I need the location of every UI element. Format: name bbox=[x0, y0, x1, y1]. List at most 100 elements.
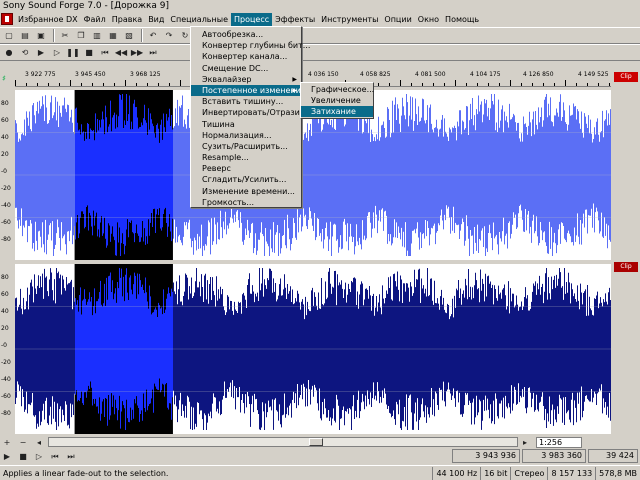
process-menu-item[interactable]: Конвертер глубины бит... bbox=[191, 40, 310, 51]
menu-file[interactable]: Файл bbox=[81, 13, 109, 26]
ruler-tick bbox=[103, 83, 104, 86]
menu-options[interactable]: Опции bbox=[381, 13, 414, 26]
process-menu-item[interactable]: Громкость... bbox=[191, 197, 301, 208]
forward-icon[interactable]: ▶▶ bbox=[130, 46, 144, 59]
scroll-right-icon[interactable]: ▸ bbox=[518, 436, 532, 449]
process-menu-item[interactable]: Нормализация... bbox=[191, 130, 301, 141]
process-menu-item[interactable]: Resample... bbox=[191, 152, 301, 163]
ruler-tick bbox=[158, 83, 159, 86]
app-icon[interactable] bbox=[1, 13, 13, 25]
zoom-out-icon[interactable]: − bbox=[16, 436, 30, 449]
record-icon[interactable]: ● bbox=[2, 46, 16, 59]
open-folder-icon[interactable]: ▤ bbox=[18, 29, 32, 42]
process-menu-item[interactable]: Реверс bbox=[191, 163, 301, 174]
process-menu-item[interactable]: Инвертировать/Отразить bbox=[191, 107, 309, 118]
process-menu-item[interactable]: Постепенное изменение ▶ bbox=[191, 84, 306, 97]
save-icon[interactable]: ▣ bbox=[34, 29, 48, 42]
process-menu-item[interactable]: Эквалайзер ▶ bbox=[191, 74, 301, 85]
process-menu-item[interactable]: Вставить тишину... bbox=[191, 96, 301, 107]
selection-end-field[interactable]: 3 983 360 bbox=[522, 449, 586, 463]
ruler-tick-label: 4 126 850 bbox=[523, 71, 554, 78]
menu-edit[interactable]: Правка bbox=[109, 13, 145, 26]
mix-icon[interactable]: ▦ bbox=[106, 29, 120, 42]
redo-icon[interactable]: ↷ bbox=[162, 29, 176, 42]
menu-help[interactable]: Помощь bbox=[442, 13, 482, 26]
pause-icon[interactable]: ❚❚ bbox=[66, 46, 80, 59]
menu-process[interactable]: Процесс bbox=[231, 12, 273, 26]
ruler-tick-label: 3 968 125 bbox=[130, 71, 161, 78]
ruler-tick-label: 3 945 450 bbox=[75, 71, 106, 78]
menu-view[interactable]: Вид bbox=[145, 13, 167, 26]
process-menu-item[interactable]: Автообрезка... bbox=[191, 29, 301, 40]
process-menu-item[interactable]: Тишина bbox=[191, 119, 301, 130]
go-start-icon[interactable]: ⏮ bbox=[98, 46, 112, 59]
horizontal-scrollbar[interactable] bbox=[48, 437, 518, 447]
play-small-icon[interactable]: ▶ bbox=[0, 450, 14, 463]
ruler-tick bbox=[400, 80, 401, 86]
process-menu-item[interactable]: Изменение времени... bbox=[191, 186, 301, 197]
scroll-left-icon[interactable]: ◂ bbox=[32, 436, 46, 449]
play-icon[interactable]: ▷ bbox=[50, 46, 64, 59]
scroll-thumb[interactable] bbox=[309, 438, 323, 446]
status-samples: 8 157 133 bbox=[547, 466, 595, 480]
fade-submenu-item[interactable]: Увеличение bbox=[301, 95, 373, 106]
prev-small-icon[interactable]: ⏮ bbox=[48, 450, 62, 463]
zoom-in-icon[interactable]: + bbox=[0, 436, 14, 449]
process-menu-item[interactable]: Сузить/Расширить... bbox=[191, 141, 301, 152]
waveform-channel-right[interactable] bbox=[15, 264, 611, 434]
loop-icon[interactable]: ⟲ bbox=[18, 46, 32, 59]
ruler-tick bbox=[543, 83, 544, 86]
ruler-tick bbox=[587, 83, 588, 86]
process-menu-item[interactable]: Смещение DC... bbox=[191, 63, 301, 74]
rewind-icon[interactable]: ◀◀ bbox=[114, 46, 128, 59]
status-bar: Applies a linear fade-out to the selecti… bbox=[0, 465, 640, 480]
marker-icon[interactable]: ♯ bbox=[2, 74, 12, 84]
ruler-tick-label: 4 104 175 bbox=[470, 71, 501, 78]
process-menu-item-label: Сгладить/Усилить... bbox=[202, 175, 287, 185]
copy-icon[interactable]: ❐ bbox=[74, 29, 88, 42]
menu-effects[interactable]: Эффекты bbox=[272, 13, 318, 26]
ruler-tick-label: 4 149 525 bbox=[578, 71, 609, 78]
trim-icon[interactable]: ▧ bbox=[122, 29, 136, 42]
status-bit-depth: 16 bit bbox=[480, 466, 510, 480]
process-menu-item-label: Тишина bbox=[202, 119, 235, 129]
ruler-tick bbox=[444, 83, 445, 86]
process-menu-item-label: Resample... bbox=[202, 153, 249, 163]
y-axis-label: -0 bbox=[1, 342, 7, 349]
y-axis-label: -80 bbox=[1, 410, 11, 417]
paste-icon[interactable]: ▥ bbox=[90, 29, 104, 42]
menu-tools[interactable]: Инструменты bbox=[318, 13, 381, 26]
next-small-icon[interactable]: ⏭ bbox=[64, 450, 78, 463]
play-plain-icon[interactable]: ▷ bbox=[32, 450, 46, 463]
selection-length-field[interactable]: 39 424 bbox=[588, 449, 638, 463]
y-axis-label: -20 bbox=[1, 359, 11, 366]
fade-submenu-item[interactable]: Затихание bbox=[301, 106, 373, 117]
status-hint: Applies a linear fade-out to the selecti… bbox=[3, 468, 169, 478]
process-menu-item-label: Вставить тишину... bbox=[202, 97, 284, 107]
cut-icon[interactable]: ✂ bbox=[58, 29, 72, 42]
clip-indicator-right: Clip bbox=[614, 262, 638, 272]
play-all-icon[interactable]: ▶ bbox=[34, 46, 48, 59]
y-axis-label: 80 bbox=[1, 274, 9, 281]
process-menu-dropdown: Автообрезка... Конвертер глубины бит... Ко… bbox=[190, 26, 310, 208]
process-menu-item-label: Конвертер глубины бит... bbox=[202, 41, 311, 51]
submenu-arrow-icon: ▶ bbox=[292, 75, 297, 83]
zoom-ratio[interactable]: 1:256 bbox=[536, 437, 582, 448]
y-axis-label: 60 bbox=[1, 117, 9, 124]
new-file-icon[interactable]: ▢ bbox=[2, 29, 16, 42]
process-menu-item[interactable]: Конвертер канала... bbox=[191, 51, 301, 62]
menu-window[interactable]: Окно bbox=[415, 13, 442, 26]
undo-icon[interactable]: ↶ bbox=[146, 29, 160, 42]
ruler-tick bbox=[125, 80, 126, 86]
process-menu-item[interactable]: Сгладить/Усилить... bbox=[191, 174, 301, 185]
ruler-tick bbox=[554, 83, 555, 86]
ruler-tick-label: 4 058 825 bbox=[360, 71, 391, 78]
menu-favorites[interactable]: Избранное DX bbox=[15, 13, 81, 26]
menu-special[interactable]: Специальные bbox=[167, 13, 231, 26]
fade-submenu-item[interactable]: Графическое... bbox=[301, 84, 374, 95]
selection-start-field[interactable]: 3 943 936 bbox=[452, 449, 520, 463]
go-end-icon[interactable]: ⏭ bbox=[146, 46, 160, 59]
process-menu-item-label: Эквалайзер bbox=[202, 74, 252, 84]
stop-small-icon[interactable]: ■ bbox=[16, 450, 30, 463]
stop-icon[interactable]: ■ bbox=[82, 46, 96, 59]
